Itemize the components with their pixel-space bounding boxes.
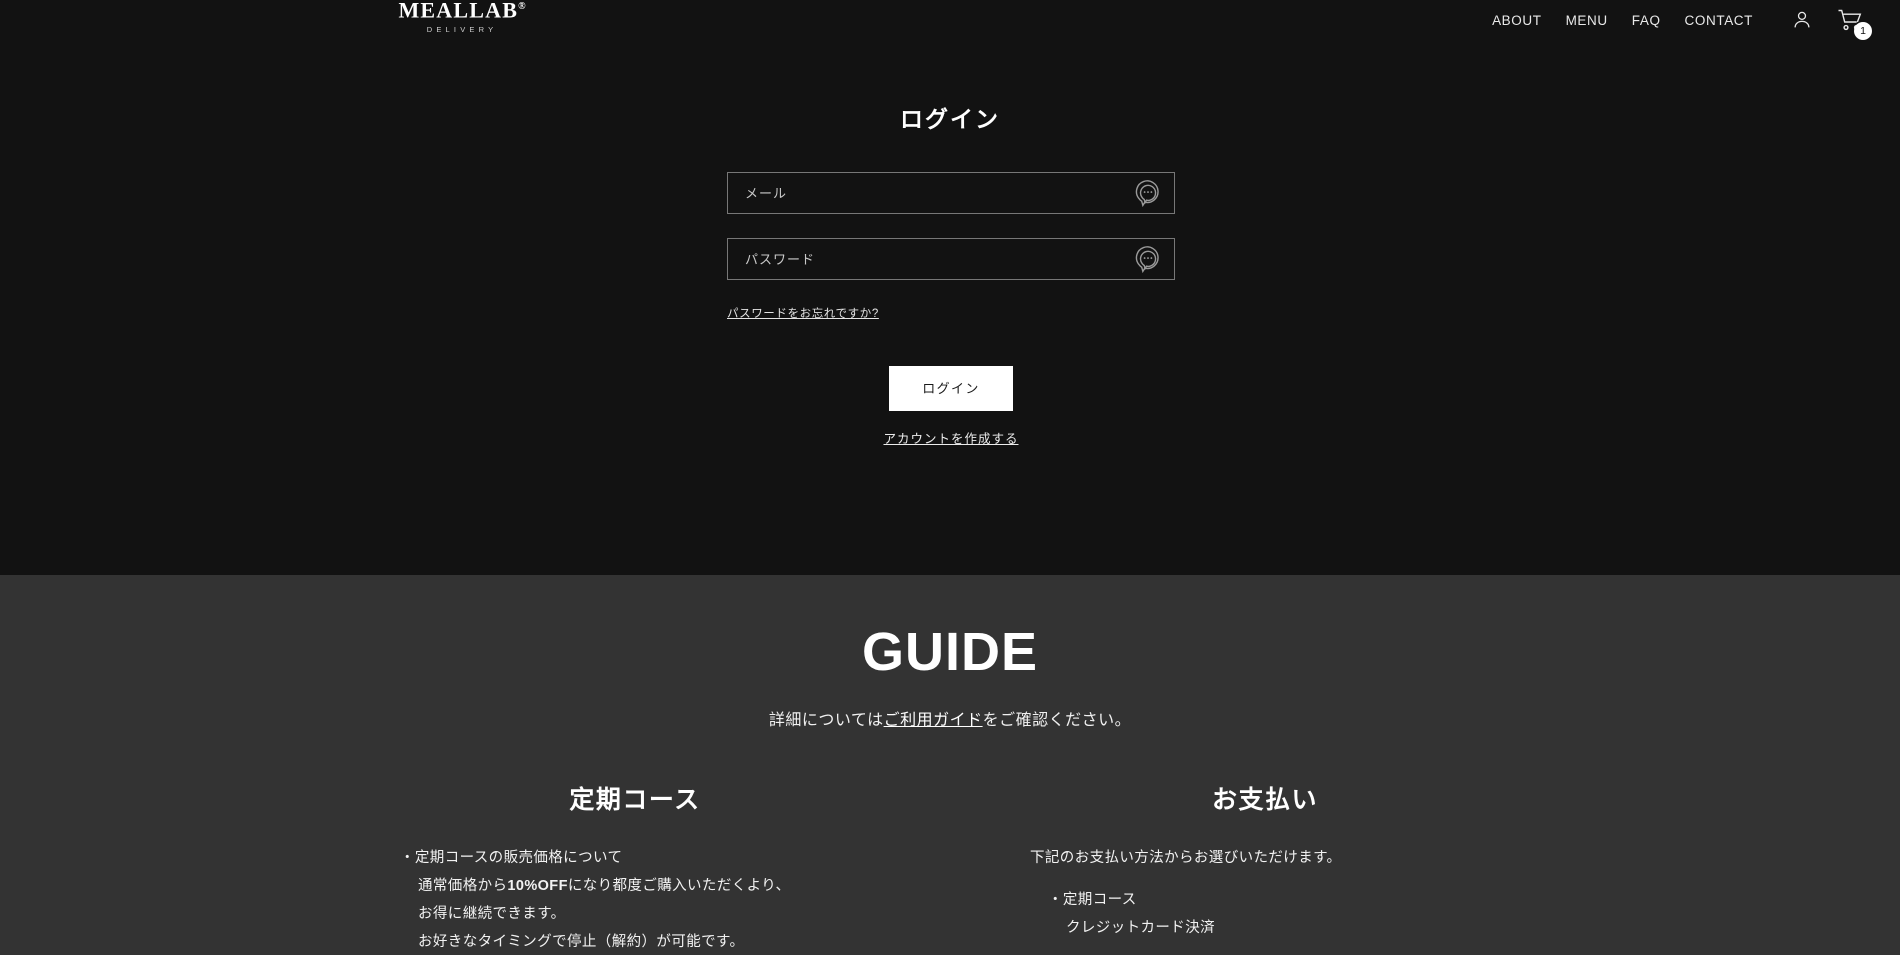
subscription-line-1: ・定期コースの販売価格について <box>400 850 623 866</box>
subscription-line-2: 通常価格から10%OFFになり都度ご購入いただくより、 <box>400 872 870 900</box>
subscription-line-3: お得に継続できます。 <box>418 906 566 922</box>
guide-column-payment: お支払い 下記のお支払い方法からお選びいただけます。 ・定期コース クレジットカ… <box>1030 780 1500 955</box>
nav-link-about[interactable]: ABOUT <box>1480 13 1554 28</box>
guide-subtitle-after: をご確認ください。 <box>982 712 1132 729</box>
subscription-column-body: ・定期コースの販売価格について 通常価格から10%OFFになり都度ご購入いただく… <box>400 844 870 955</box>
create-account-link[interactable]: アカウントを作成する <box>883 432 1018 446</box>
guide-columns: 定期コース ・定期コースの販売価格について 通常価格から10%OFFになり都度ご… <box>0 780 1900 955</box>
guide-subtitle-before: 詳細については <box>768 712 884 729</box>
chat-dots-icon[interactable] <box>1133 244 1163 274</box>
password-field-wrapper <box>727 238 1175 280</box>
account-button[interactable] <box>1791 9 1813 31</box>
nav-link-faq[interactable]: FAQ <box>1620 13 1673 28</box>
login-form: パスワードをお忘れですか? ログイン アカウントを作成する <box>727 172 1175 448</box>
forgot-password-link[interactable]: パスワードをお忘れですか? <box>727 305 879 321</box>
brand-name: MEALLAB® <box>398 0 526 23</box>
person-icon <box>1794 11 1810 28</box>
site-header: MEALLAB® DELIVERY ABOUT MENU FAQ CONTACT <box>0 0 1900 40</box>
payment-line-3: クレジットカード決済 <box>1066 920 1215 936</box>
main-navigation: ABOUT MENU FAQ CONTACT 1 <box>1480 0 1900 40</box>
discount-value: 10%OFF <box>507 878 568 894</box>
subscription-column-title: 定期コース <box>569 786 701 814</box>
password-input[interactable] <box>728 239 1174 279</box>
nav-link-contact[interactable]: CONTACT <box>1673 13 1765 28</box>
email-input[interactable] <box>728 173 1174 213</box>
hero-section: MEALLAB® DELIVERY ABOUT MENU FAQ CONTACT <box>0 0 1900 575</box>
subscription-line-2-pre: 通常価格から <box>418 878 508 894</box>
login-page-title: ログイン <box>900 106 1000 132</box>
guide-subtitle: 詳細についてはご利用ガイドをご確認ください。 <box>0 706 1900 730</box>
login-submit-button[interactable]: ログイン <box>889 366 1013 411</box>
usage-guide-link[interactable]: ご利用ガイド <box>884 712 983 729</box>
payment-spacer <box>1030 872 1500 886</box>
payment-column-body: 下記のお支払い方法からお選びいただけます。 ・定期コース クレジットカード決済 <box>1030 844 1500 942</box>
subscription-line-4: お好きなタイミングで停止（解約）が可能です。 <box>418 934 745 950</box>
guide-column-subscription: 定期コース ・定期コースの販売価格について 通常価格から10%OFFになり都度ご… <box>400 780 870 955</box>
payment-line-1: 下記のお支払い方法からお選びいただけます。 <box>1030 850 1342 866</box>
nav-link-menu[interactable]: MENU <box>1554 13 1620 28</box>
page-root: MEALLAB® DELIVERY ABOUT MENU FAQ CONTACT <box>0 0 1900 955</box>
cart-count-badge: 1 <box>1854 22 1872 40</box>
payment-line-2: ・定期コース <box>1048 892 1137 908</box>
cart-button[interactable]: 1 <box>1837 8 1872 40</box>
brand-name-text: MEALLAB <box>398 0 519 23</box>
subscription-line-2-post: になり都度ご購入いただくより、 <box>567 878 791 894</box>
guide-title: GUIDE <box>861 622 1039 682</box>
login-button-container: ログイン <box>727 366 1175 411</box>
email-field-wrapper <box>727 172 1175 214</box>
guide-section: GUIDE 詳細についてはご利用ガイドをご確認ください。 定期コース ・定期コー… <box>0 575 1900 955</box>
create-account-container: アカウントを作成する <box>727 428 1175 448</box>
header-icon-group: 1 <box>1791 8 1872 40</box>
brand-logo[interactable]: MEALLAB® DELIVERY <box>397 0 527 34</box>
payment-column-title: お支払い <box>1211 786 1318 814</box>
brand-subtitle: DELIVERY <box>426 25 498 35</box>
registered-mark-icon: ® <box>518 1 526 12</box>
chat-dots-icon[interactable] <box>1133 178 1163 208</box>
